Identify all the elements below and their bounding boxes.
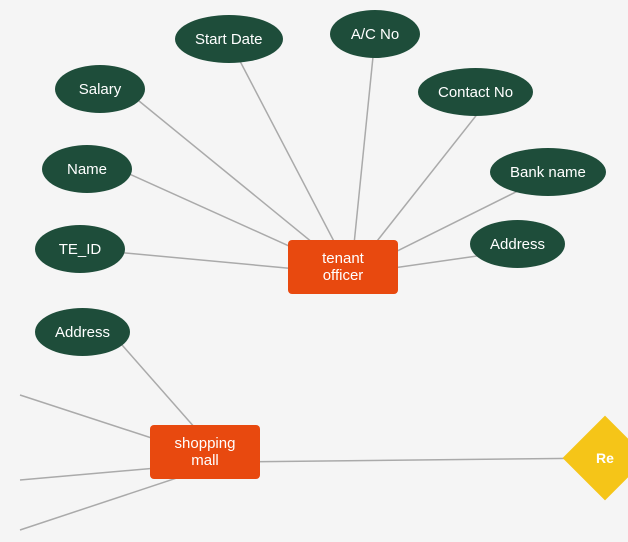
diamond-node: Re [575,428,628,488]
salary-node: Salary [55,65,145,113]
te-id-node: TE_ID [35,225,125,273]
name-node: Name [42,145,132,193]
tenant-officer-node: tenant officer [288,240,398,294]
bank-name-node: Bank name [490,148,606,196]
diagram-container: Start Date A/C No Contact No Salary Bank… [0,0,628,542]
start-date-node: Start Date [175,15,283,63]
address-right-node: Address [470,220,565,268]
address-left-node: Address [35,308,130,356]
contact-no-node: Contact No [418,68,533,116]
shopping-mall-node: shopping mall [150,425,260,479]
ac-no-node: A/C No [330,10,420,58]
